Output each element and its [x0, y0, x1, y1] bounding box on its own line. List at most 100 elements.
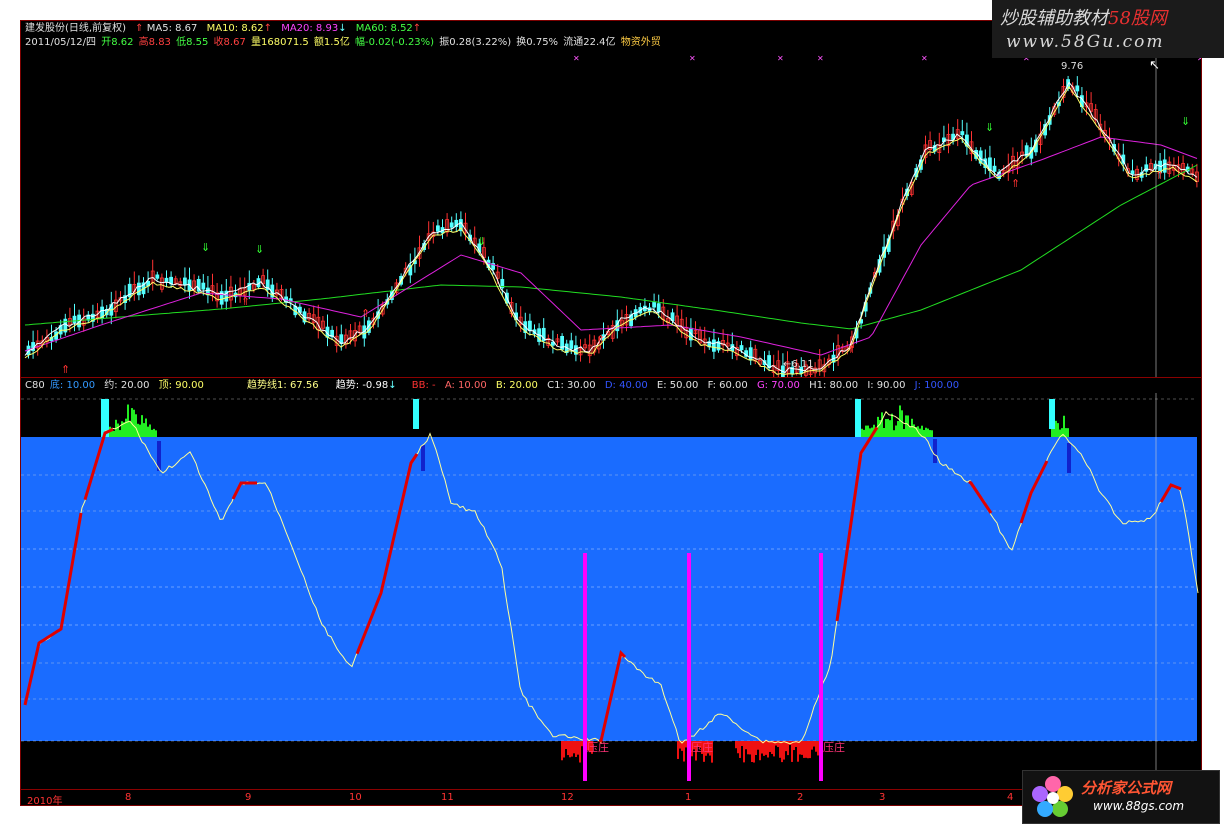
- peak-bar: [119, 430, 121, 437]
- high-price-label: 9.76: [1061, 61, 1083, 72]
- peak-bar: [881, 412, 883, 437]
- ma20-label: MA20: 8.93↓: [281, 23, 347, 34]
- trough-bar: [803, 741, 805, 758]
- trough-bar: [677, 741, 679, 759]
- trough-bar: [569, 741, 571, 758]
- peak-bar: [143, 423, 145, 437]
- down-arrow-icon: ↓: [338, 23, 347, 34]
- buy-arrow-icon: ⇑: [1155, 169, 1164, 182]
- marker-dot-icon: ✕: [817, 55, 824, 63]
- peak-bar: [1063, 415, 1065, 437]
- time-tick: 2: [797, 792, 804, 803]
- peak-bar: [891, 413, 893, 437]
- peak-bar: [905, 415, 907, 437]
- peak-drop-marker: [933, 439, 937, 463]
- marker-dot-icon: ✕: [573, 55, 580, 63]
- trough-bar: [749, 741, 751, 755]
- candle-body: [137, 282, 141, 296]
- peak-marker: [1049, 399, 1055, 429]
- peak-bar: [901, 410, 903, 437]
- ind-e: E: 50.00: [656, 380, 699, 391]
- peak-bar: [923, 429, 925, 437]
- peak-bar: [903, 429, 905, 437]
- bar-date: 2011/05/12/四: [25, 37, 97, 48]
- trough-bar: [769, 741, 771, 752]
- peak-bar: [929, 430, 931, 437]
- buy-arrow-icon: ⇑: [61, 363, 70, 376]
- peak-bar: [129, 421, 131, 437]
- indicator-band: [21, 437, 1197, 741]
- sell-arrow-icon: ⇓: [201, 241, 210, 254]
- peak-bar: [907, 415, 909, 437]
- chart-window: 建发股份(日线,前复权) ⇑ MA5: 8.67 MA10: 8.62↑ MA2…: [20, 20, 1202, 806]
- trough-bar: [797, 741, 799, 762]
- bar-amplitude: 振0.28(3.22%): [439, 37, 512, 48]
- candle-body: [656, 303, 661, 313]
- peak-bar: [149, 424, 151, 437]
- peak-bar: [895, 425, 897, 437]
- trough-bar: [573, 741, 575, 754]
- bar-volume: 量168071.5: [251, 37, 309, 48]
- ma60-label: MA60: 8.52↑: [355, 23, 422, 34]
- indicator-chart[interactable]: 压庄 压庄 压庄: [21, 393, 1202, 789]
- trough-bar: [783, 741, 785, 760]
- ind-about: 约: 20.00: [104, 380, 150, 391]
- candle-body: [748, 347, 753, 361]
- bar-open: 开8.62: [101, 37, 134, 48]
- trough-bar: [759, 741, 761, 761]
- peak-bar: [909, 426, 911, 437]
- trough-bar: [753, 741, 755, 763]
- trough-bar: [811, 741, 813, 750]
- ind-h1: H1: 80.00: [809, 380, 859, 391]
- trough-bar: [579, 741, 581, 763]
- time-tick: 2010年: [27, 796, 63, 806]
- buy-arrow-icon: ⇑: [596, 333, 605, 346]
- bar-info-header: 2011/05/12/四 开8.62 高8.83 低8.55 收8.67 量16…: [25, 37, 667, 49]
- peak-bar: [145, 418, 147, 437]
- trough-bar: [581, 741, 583, 747]
- trough-bar: [781, 741, 783, 763]
- ind-bb: BB: -: [411, 380, 436, 391]
- peak-bar: [865, 425, 867, 437]
- peak-bar: [1057, 423, 1059, 437]
- peak-bar: [893, 430, 895, 437]
- candle-body: [449, 222, 454, 228]
- time-tick: 1: [685, 792, 692, 803]
- bar-low: 低8.55: [176, 37, 209, 48]
- trough-bar: [765, 741, 767, 755]
- peak-bar: [927, 428, 929, 437]
- peak-bar: [117, 423, 119, 437]
- peak-bar: [889, 420, 891, 437]
- buy-arrow-icon: ⇑: [361, 307, 370, 320]
- peak-bar: [125, 418, 127, 437]
- bar-sector: 物资外贸: [620, 37, 661, 48]
- trough-bar: [685, 741, 687, 748]
- marker-dot-icon: ✕: [921, 55, 928, 63]
- trough-bar: [575, 741, 577, 758]
- trough-bar: [771, 741, 773, 754]
- price-chart[interactable]: ✕✕✕✕✕✕✕⇑⇑⇑⇑⇑⇑⇓⇓⇓⇓⇓⇑ 9.76 ←6.11 ↖: [21, 55, 1202, 377]
- ind-top: 顶: 90.00: [158, 380, 204, 391]
- signal-label-3: 压庄: [823, 740, 845, 754]
- indicator-header: C80 底: 10.00 约: 20.00 顶: 90.00 趋势线1: 67.…: [25, 380, 965, 392]
- trough-bar: [815, 741, 817, 752]
- trough-bar: [565, 741, 567, 750]
- peak-bar: [867, 425, 869, 437]
- peak-bar: [133, 409, 135, 437]
- candle-body: [201, 282, 206, 290]
- time-tick: 9: [245, 792, 252, 803]
- trough-bar: [683, 741, 685, 762]
- up-arrow-icon: ⇑: [135, 23, 144, 34]
- ind-low: 底: 10.00: [49, 380, 96, 391]
- trough-bar: [567, 741, 569, 756]
- bar-float: 流通22.4亿: [563, 37, 616, 48]
- indicator-name: C80: [25, 380, 45, 391]
- sell-arrow-icon: ⇓: [477, 235, 486, 248]
- price-header: 建发股份(日线,前复权) ⇑ MA5: 8.67 MA10: 8.62↑ MA2…: [25, 23, 427, 35]
- peak-marker: [413, 399, 419, 429]
- watermark-url: www.58Gu.com: [1006, 32, 1165, 52]
- pane-divider[interactable]: [21, 377, 1201, 378]
- ind-b: B: 20.00: [495, 380, 538, 391]
- trough-bar: [807, 741, 809, 759]
- trough-bar: [801, 741, 803, 755]
